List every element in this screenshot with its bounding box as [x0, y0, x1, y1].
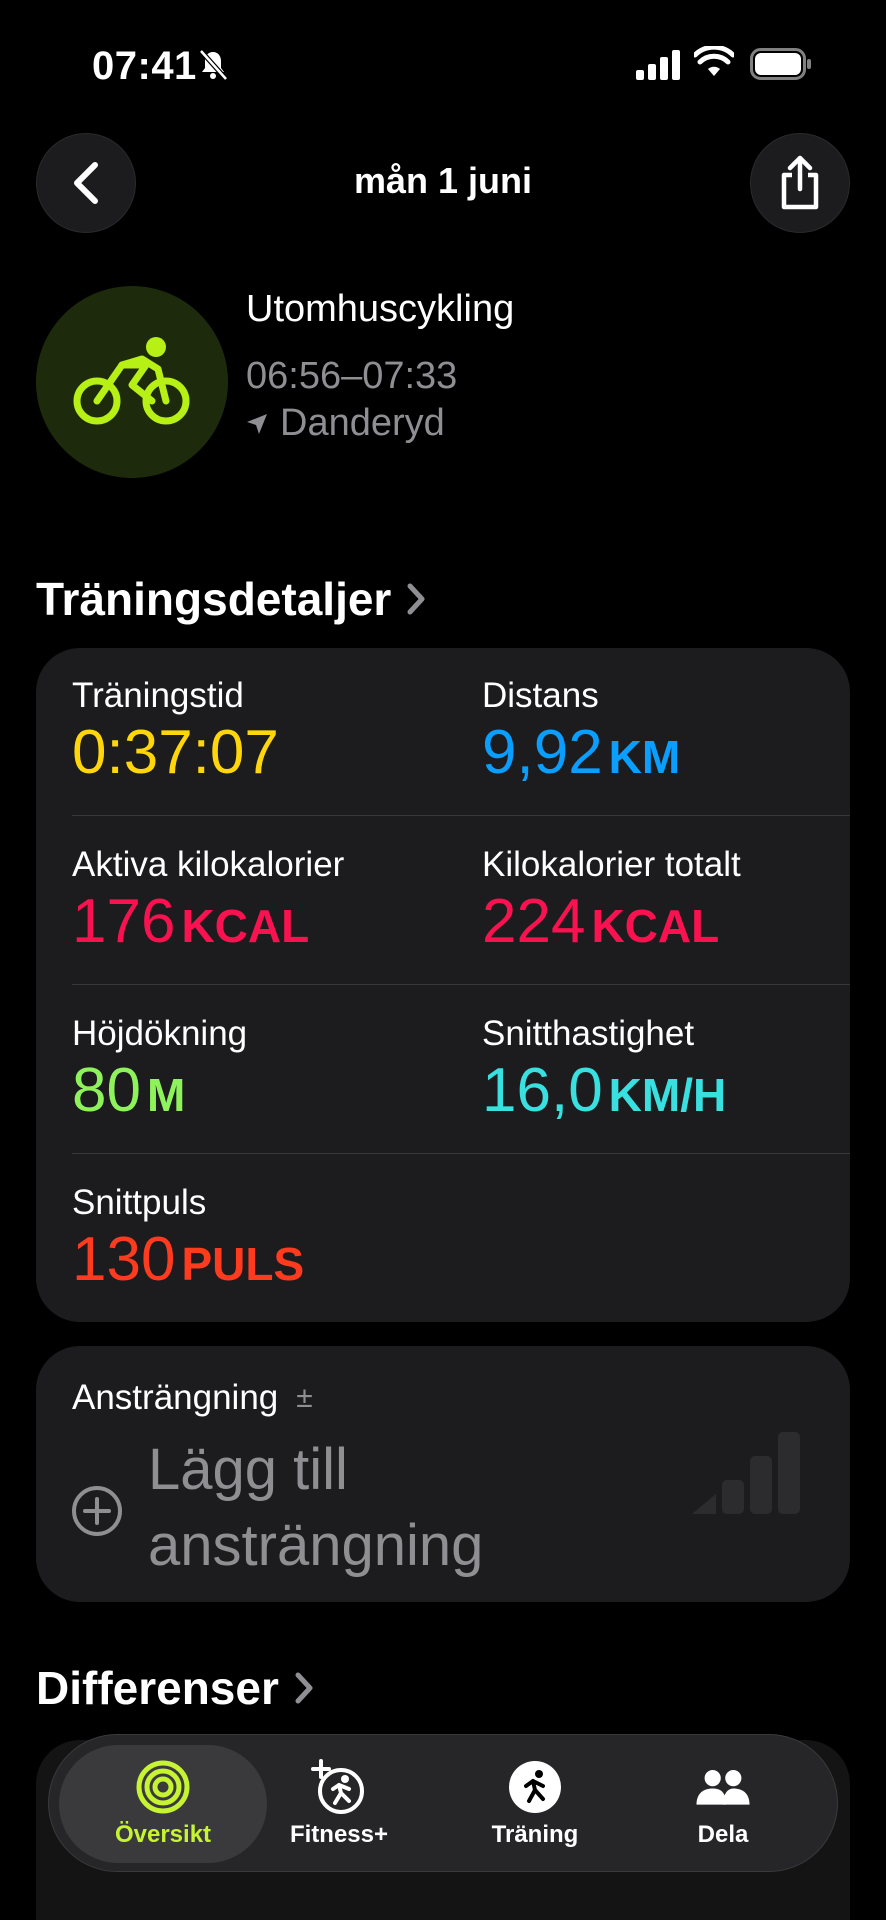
metric-workout-time: Träningstid 0:37:07 [72, 676, 285, 785]
metric-label: Kilokalorier totalt [482, 845, 741, 884]
add-effort-button[interactable]: Lägg till ansträngning [70, 1432, 568, 1584]
tab-fitness-plus[interactable]: Fitness+ [259, 1745, 419, 1863]
divider [72, 815, 850, 816]
tab-label: Träning [491, 1821, 579, 1848]
metric-value: 224 KCAL [482, 887, 720, 956]
metric-avg-heart-rate: Snittpuls 130 PULS [72, 1183, 304, 1292]
tab-label: Fitness+ [289, 1821, 389, 1848]
metric-value: 80 M [72, 1056, 186, 1125]
signal-icon [636, 50, 680, 80]
metric-value: 0:37:07 [72, 718, 279, 787]
metric-label: Aktiva kilokalorier [72, 845, 345, 884]
status-bar: 07:41 [0, 0, 886, 120]
workout-time-range: 06:56–07:33 [246, 355, 458, 397]
metric-label: Höjdökning [72, 1014, 248, 1053]
metric-avg-speed: Snitthastighet 16,0 KM/H [482, 1014, 726, 1123]
workout-details-card: Träningstid 0:37:07 Distans 9,92 KM Aktiv… [36, 648, 850, 1322]
tab-bar: Översikt Fitness+ Träning Dela [48, 1734, 838, 1872]
share-button[interactable] [750, 133, 850, 233]
effort-card: Ansträngning ± Lägg till ansträngning [36, 1346, 850, 1602]
metric-label: Snittpuls [72, 1183, 207, 1222]
details-section-header[interactable]: Träningsdetaljer [36, 572, 427, 626]
workout-type-badge [36, 286, 228, 478]
tab-label: Dela [697, 1821, 749, 1848]
metric-distance: Distans 9,92 KM [482, 676, 680, 785]
plus-circle-icon [72, 1486, 122, 1536]
tab-overview[interactable]: Översikt [59, 1745, 267, 1863]
status-time: 07:41 [92, 44, 197, 88]
workout-location-name: Danderyd [280, 402, 445, 444]
running-icon [509, 1761, 561, 1813]
fitness-plus-icon [311, 1759, 364, 1814]
effort-level-icon [692, 1432, 800, 1514]
wifi-icon [694, 46, 734, 76]
metric-label: Snitthastighet [482, 1014, 695, 1053]
add-effort-label: Lägg till ansträngning [148, 1437, 484, 1578]
share-icon [781, 155, 819, 210]
metric-label: Distans [482, 676, 599, 715]
bell-slash-icon [199, 49, 228, 81]
plus-minus-icon: ± [296, 1381, 313, 1414]
effort-label: Ansträngning [72, 1378, 279, 1417]
chevron-right-icon [407, 583, 425, 615]
workout-name: Utomhuscykling [246, 288, 515, 330]
cycling-icon [73, 337, 190, 425]
battery-icon [750, 48, 811, 80]
metric-total-kcal: Kilokalorier totalt 224 KCAL [482, 845, 741, 954]
metric-value: 9,92 KM [482, 718, 681, 787]
splits-section-title: Differenser [36, 1662, 279, 1714]
people-icon [696, 1770, 750, 1805]
divider [72, 1153, 850, 1154]
metric-value: 16,0 KM/H [482, 1056, 727, 1125]
divider [72, 984, 850, 985]
location-arrow-icon [247, 413, 267, 434]
chevron-right-icon [295, 1672, 313, 1704]
effort-header: Ansträngning ± [72, 1378, 313, 1418]
screen: 07:41 mån 1 juni Utomhuscykling 06:56–07… [0, 0, 886, 1920]
workout-location: Danderyd [246, 402, 445, 445]
metric-value: 176 KCAL [72, 887, 310, 956]
splits-section-header[interactable]: Differenser [36, 1661, 315, 1715]
tab-workout[interactable]: Träning [455, 1745, 615, 1863]
tab-label: Översikt [114, 1821, 212, 1848]
metric-active-kcal: Aktiva kilokalorier 176 KCAL [72, 845, 344, 954]
details-section-title: Träningsdetaljer [36, 573, 392, 625]
metric-value: 130 PULS [72, 1225, 305, 1294]
metric-label: Träningstid [72, 676, 244, 715]
tab-share[interactable]: Dela [643, 1745, 803, 1863]
activity-rings-icon [136, 1760, 190, 1814]
metric-elevation-gain: Höjdökning 80 M [72, 1014, 247, 1123]
